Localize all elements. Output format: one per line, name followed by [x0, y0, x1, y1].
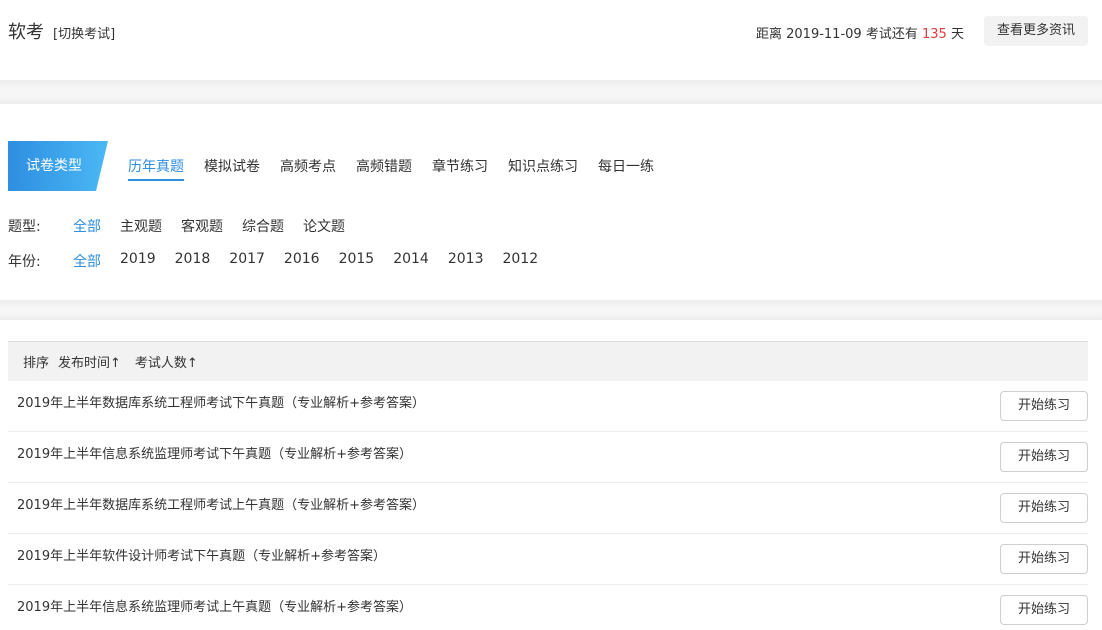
countdown-suffix: 天 — [950, 27, 964, 42]
tab-mock-exams[interactable]: 模拟试卷 — [204, 156, 260, 181]
year-2016[interactable]: 2016 — [284, 251, 320, 271]
question-type-comprehensive[interactable]: 综合题 — [242, 216, 284, 236]
paper-type-tabs: 历年真题 模拟试卷 高频考点 高频错题 章节练习 知识点练习 每日一练 — [128, 156, 654, 181]
start-practice-button[interactable]: 开始练习 — [1000, 493, 1088, 523]
badge-label: 试卷类型 — [26, 158, 82, 174]
year-2015[interactable]: 2015 — [339, 251, 375, 271]
question-type-objective[interactable]: 客观题 — [181, 216, 223, 236]
list-item: 2019年上半年数据库系统工程师考试上午真题（专业解析+参考答案） 开始练习 — [8, 483, 1088, 534]
exam-countdown: 距离 2019-11-09 考试还有 135 天 — [756, 23, 964, 42]
paper-type-badge: 试卷类型 — [8, 141, 108, 191]
start-practice-button[interactable]: 开始练习 — [1000, 544, 1088, 574]
paper-list: 2019年上半年数据库系统工程师考试下午真题（专业解析+参考答案） 开始练习 2… — [8, 381, 1088, 630]
tab-frequent-topics[interactable]: 高频考点 — [280, 156, 336, 181]
countdown-days: 135 — [921, 27, 947, 42]
sort-by-publish-time[interactable]: 发布时间↑ — [58, 352, 121, 371]
year-2018[interactable]: 2018 — [175, 251, 211, 271]
section-divider — [0, 80, 1102, 104]
page-header: 软考 [切换考试] 距离 2019-11-09 考试还有 135 天 查看更多资… — [0, 0, 1102, 80]
countdown-prefix: 距离 2019-11-09 考试还有 — [756, 27, 918, 42]
year-2019[interactable]: 2019 — [120, 251, 156, 271]
question-type-subjective[interactable]: 主观题 — [120, 216, 162, 236]
start-practice-button[interactable]: 开始练习 — [1000, 442, 1088, 472]
paper-title[interactable]: 2019年上半年信息系统监理师考试上午真题（专业解析+参考答案） — [17, 596, 412, 615]
sort-bar: 排序 发布时间↑ 考试人数↑ — [8, 341, 1088, 381]
paper-title[interactable]: 2019年上半年数据库系统工程师考试下午真题（专业解析+参考答案） — [17, 392, 425, 411]
tab-past-exams[interactable]: 历年真题 — [128, 156, 184, 181]
sort-label: 排序 — [23, 356, 50, 371]
tab-frequent-mistakes[interactable]: 高频错题 — [356, 156, 412, 181]
list-item: 2019年上半年数据库系统工程师考试下午真题（专业解析+参考答案） 开始练习 — [8, 381, 1088, 432]
year-2014[interactable]: 2014 — [393, 251, 429, 271]
list-item: 2019年上半年软件设计师考试下午真题（专业解析+参考答案） 开始练习 — [8, 534, 1088, 585]
list-item: 2019年上半年信息系统监理师考试下午真题（专业解析+参考答案） 开始练习 — [8, 432, 1088, 483]
start-practice-button[interactable]: 开始练习 — [1000, 391, 1088, 421]
paper-title[interactable]: 2019年上半年软件设计师考试下午真题（专业解析+参考答案） — [17, 545, 386, 564]
paper-title[interactable]: 2019年上半年数据库系统工程师考试上午真题（专业解析+参考答案） — [17, 494, 425, 513]
switch-exam-link[interactable]: [切换考试] — [53, 23, 115, 42]
year-all[interactable]: 全部 — [73, 251, 101, 271]
year-filter: 年份: 全部 2019 2018 2017 2016 2015 2014 201… — [8, 251, 538, 271]
year-2012[interactable]: 2012 — [502, 251, 538, 271]
list-item: 2019年上半年信息系统监理师考试上午真题（专业解析+参考答案） 开始练习 — [8, 585, 1088, 630]
tab-daily-practice[interactable]: 每日一练 — [598, 156, 654, 181]
question-type-filter: 题型: 全部 主观题 客观题 综合题 论文题 — [8, 216, 345, 236]
start-practice-button[interactable]: 开始练习 — [1000, 595, 1088, 625]
tab-knowledge-practice[interactable]: 知识点练习 — [508, 156, 578, 181]
more-news-button[interactable]: 查看更多资讯 — [984, 16, 1088, 46]
app-title: 软考 — [8, 22, 44, 43]
section-divider — [0, 300, 1102, 320]
question-type-label: 题型: — [8, 219, 41, 235]
question-type-essay[interactable]: 论文题 — [303, 216, 345, 236]
year-2017[interactable]: 2017 — [229, 251, 265, 271]
sort-by-participants[interactable]: 考试人数↑ — [135, 352, 198, 371]
question-type-all[interactable]: 全部 — [73, 216, 101, 236]
tab-chapter-practice[interactable]: 章节练习 — [432, 156, 488, 181]
year-2013[interactable]: 2013 — [448, 251, 484, 271]
paper-title[interactable]: 2019年上半年信息系统监理师考试下午真题（专业解析+参考答案） — [17, 443, 412, 462]
year-label: 年份: — [8, 254, 41, 270]
